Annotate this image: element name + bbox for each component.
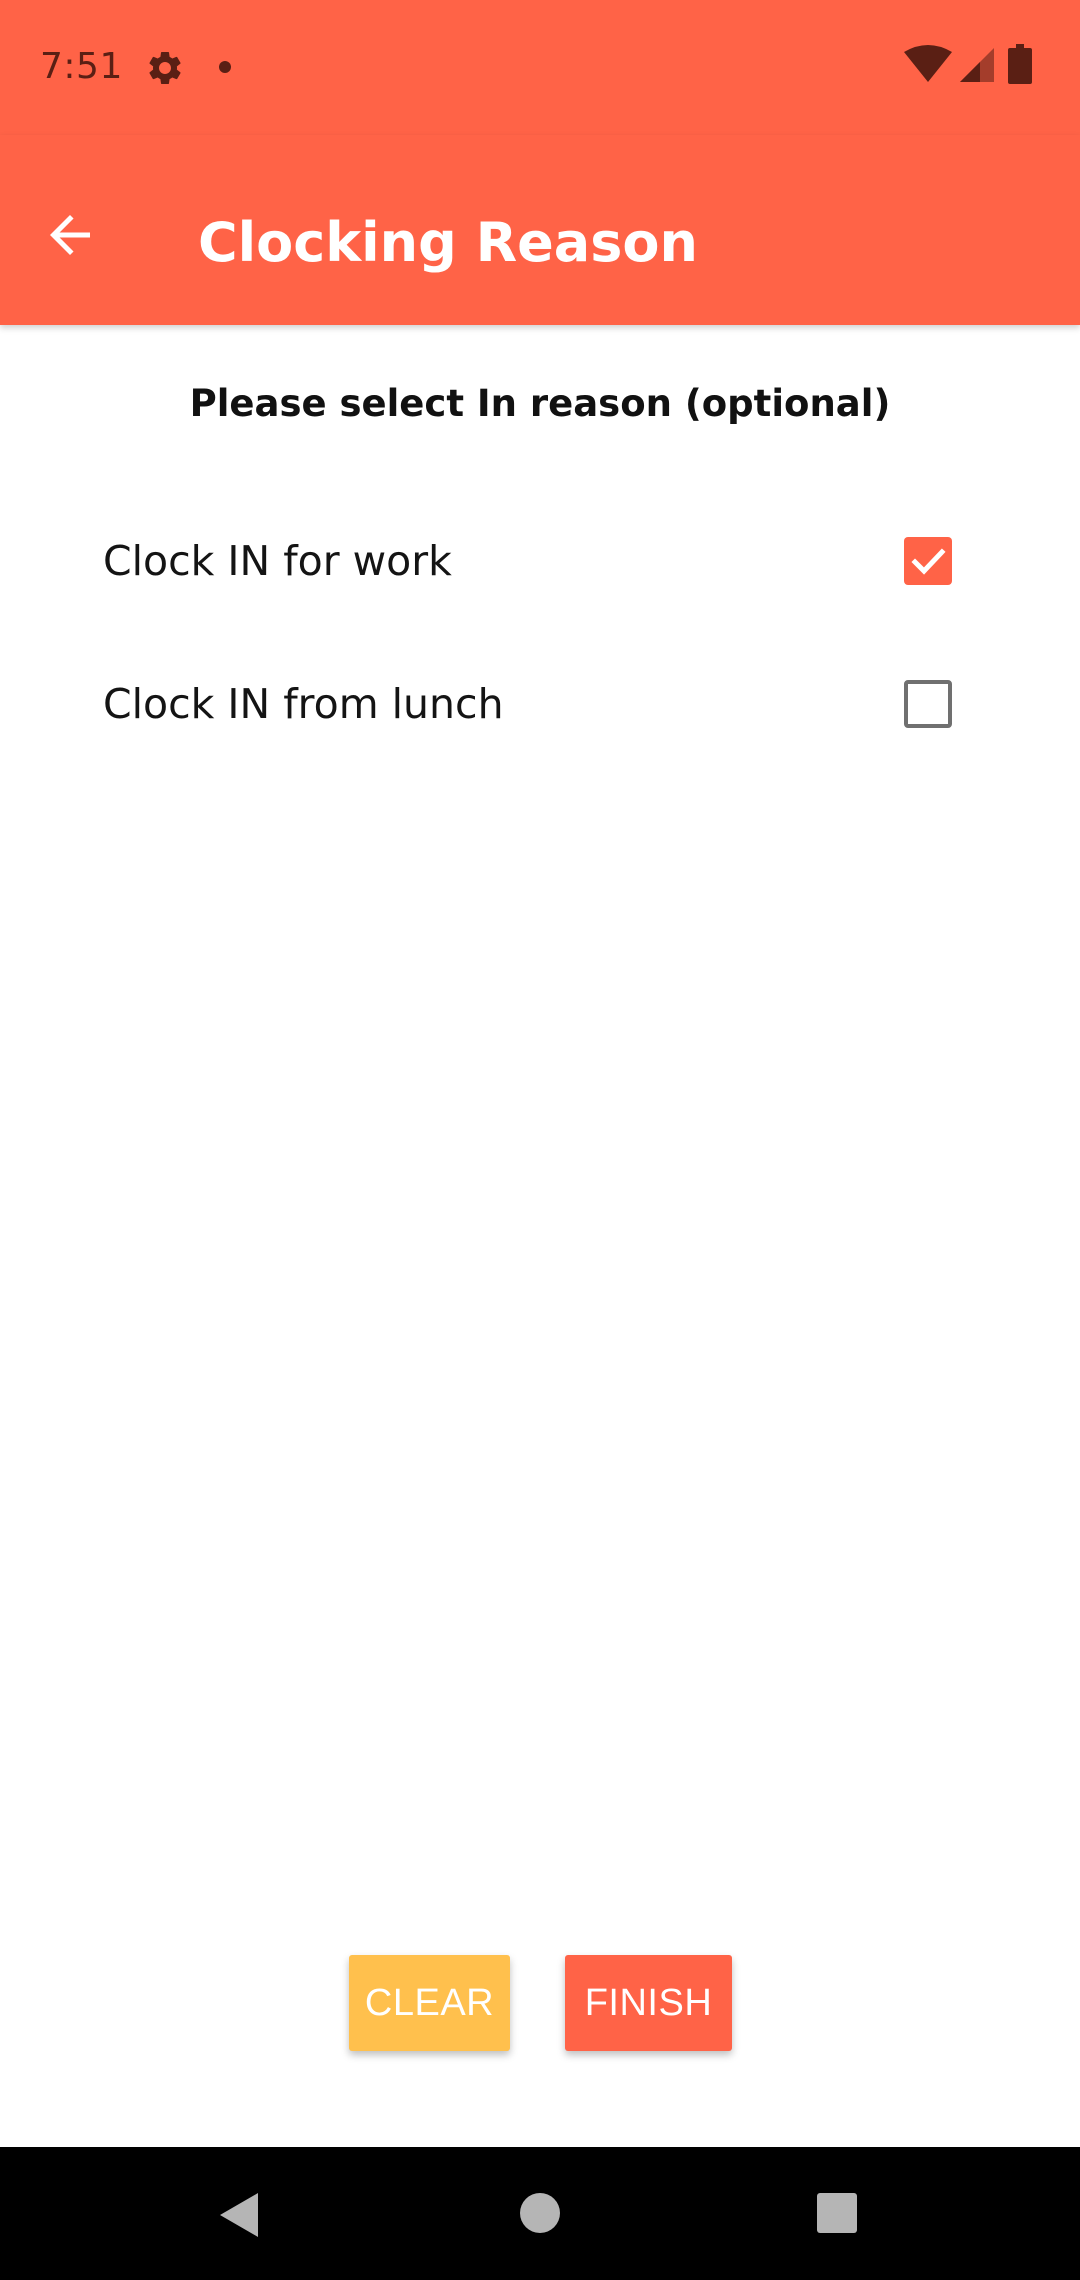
checkbox-checked[interactable] — [904, 537, 952, 585]
nav-back-icon[interactable] — [216, 2191, 262, 2239]
status-icons — [904, 44, 1044, 88]
status-time: 7:51 — [40, 46, 123, 87]
reason-prompt: Please select In reason (optional) — [189, 382, 891, 425]
system-nav-bar — [0, 2147, 1080, 2280]
checkbox-unchecked[interactable] — [904, 680, 952, 728]
arrow-back-icon — [40, 205, 100, 270]
checkmark-icon — [911, 548, 946, 575]
clear-button[interactable]: CLEAR — [349, 1955, 510, 2051]
app-bar: Clocking Reason — [0, 135, 1080, 325]
battery-icon — [1008, 44, 1032, 84]
nav-home-icon[interactable] — [520, 2193, 560, 2233]
option-clock-in-lunch[interactable]: Clock IN from lunch — [70, 644, 1010, 764]
finish-button[interactable]: FINISH — [565, 1955, 732, 2051]
page-title: Clocking Reason — [198, 211, 698, 274]
notification-dot-icon — [219, 61, 231, 73]
option-label: Clock IN for work — [103, 537, 452, 585]
settings-gear-icon — [145, 48, 185, 88]
nav-recents-icon[interactable] — [817, 2193, 857, 2233]
cell-signal-icon — [960, 48, 994, 82]
option-clock-in-work[interactable]: Clock IN for work — [70, 501, 1010, 621]
option-label: Clock IN from lunch — [103, 680, 504, 728]
status-bar: 7:51 — [0, 0, 1080, 135]
wifi-icon — [904, 45, 952, 82]
back-button[interactable] — [30, 197, 110, 277]
